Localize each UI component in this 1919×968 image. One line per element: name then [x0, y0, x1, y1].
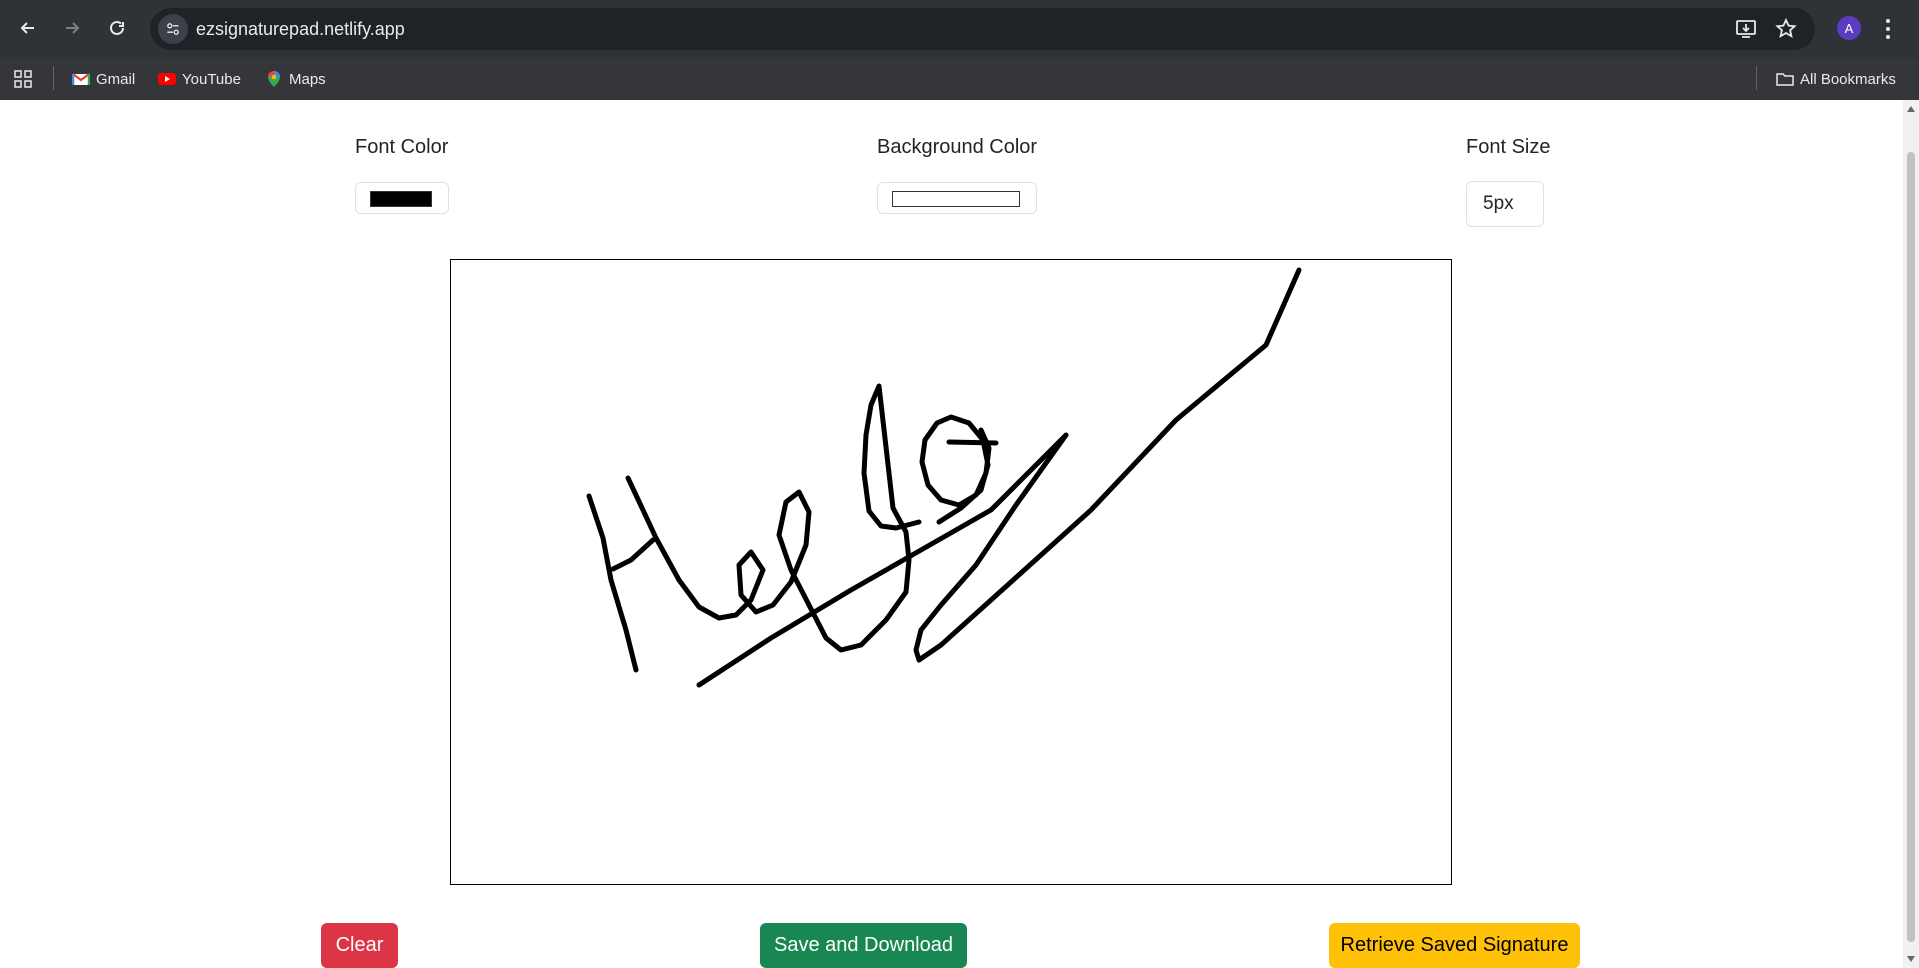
- folder-icon: [1776, 73, 1794, 86]
- bookmarks-divider: [1756, 66, 1757, 90]
- forward-button[interactable]: [56, 12, 88, 44]
- clear-button[interactable]: Clear: [321, 923, 398, 968]
- apps-grid-icon: [14, 70, 32, 88]
- font-color-swatch: [370, 191, 432, 207]
- browser-toolbar: ezsignaturepad.netlify.app A: [0, 0, 1919, 58]
- address-bar[interactable]: ezsignaturepad.netlify.app: [150, 8, 1815, 50]
- browser-chrome: ezsignaturepad.netlify.app A Gmail YouTu…: [0, 0, 1919, 100]
- signature-stroke: [919, 414, 992, 525]
- bookmarks-divider: [53, 66, 54, 90]
- signature-stroke: [696, 267, 1302, 688]
- page-scrollbar[interactable]: [1903, 100, 1919, 968]
- signature-stroke: [586, 493, 639, 673]
- profile-avatar[interactable]: A: [1837, 16, 1861, 40]
- save-download-button[interactable]: Save and Download: [760, 923, 967, 968]
- background-color-picker[interactable]: [877, 182, 1037, 214]
- signature-stroke: [858, 383, 922, 648]
- apps-button[interactable]: [14, 66, 32, 92]
- bookmark-gmail[interactable]: Gmail: [72, 66, 135, 92]
- youtube-icon: [158, 73, 176, 85]
- bookmark-maps[interactable]: Maps: [265, 66, 326, 92]
- font-color-picker[interactable]: [355, 182, 449, 214]
- bookmark-youtube[interactable]: YouTube: [158, 66, 241, 92]
- signature-drawing: [586, 267, 1302, 688]
- bookmark-label: YouTube: [182, 70, 241, 88]
- reload-icon: [110, 20, 124, 35]
- install-app-icon[interactable]: [1735, 18, 1757, 40]
- background-color-swatch: [892, 191, 1020, 207]
- url-text: ezsignaturepad.netlify.app: [196, 19, 405, 39]
- all-bookmarks-label: All Bookmarks: [1800, 70, 1896, 88]
- signature-stroke: [610, 537, 656, 572]
- font-size-input[interactable]: 5px: [1466, 181, 1544, 227]
- forward-arrow-icon: [66, 22, 80, 34]
- font-color-label: Font Color: [355, 136, 449, 158]
- all-bookmarks-button[interactable]: All Bookmarks: [1776, 66, 1896, 92]
- font-size-label: Font Size: [1466, 136, 1551, 158]
- more-menu-icon[interactable]: [1883, 18, 1893, 40]
- bookmark-label: Maps: [289, 70, 326, 88]
- bookmark-label: Gmail: [96, 70, 136, 88]
- reload-button[interactable]: [101, 12, 133, 44]
- signature-canvas[interactable]: [450, 259, 1452, 885]
- retrieve-signature-button[interactable]: Retrieve Saved Signature: [1329, 923, 1580, 968]
- bookmarks-bar: Gmail YouTube Maps All Bookmarks: [0, 58, 1919, 100]
- signature-stroke: [946, 439, 999, 446]
- scroll-thumb[interactable]: [1907, 152, 1915, 942]
- back-button[interactable]: [12, 12, 44, 44]
- back-arrow-icon: [20, 22, 34, 34]
- gmail-icon: [72, 73, 90, 85]
- signature-stroke: [625, 475, 864, 653]
- site-info-button[interactable]: [158, 14, 188, 44]
- background-color-label: Background Color: [877, 136, 1038, 158]
- scroll-down-arrow-icon[interactable]: [1907, 956, 1915, 962]
- bookmark-star-icon[interactable]: [1775, 18, 1797, 40]
- tune-icon: [167, 23, 179, 35]
- scroll-up-arrow-icon[interactable]: [1907, 106, 1915, 112]
- maps-pin-icon: [268, 71, 280, 87]
